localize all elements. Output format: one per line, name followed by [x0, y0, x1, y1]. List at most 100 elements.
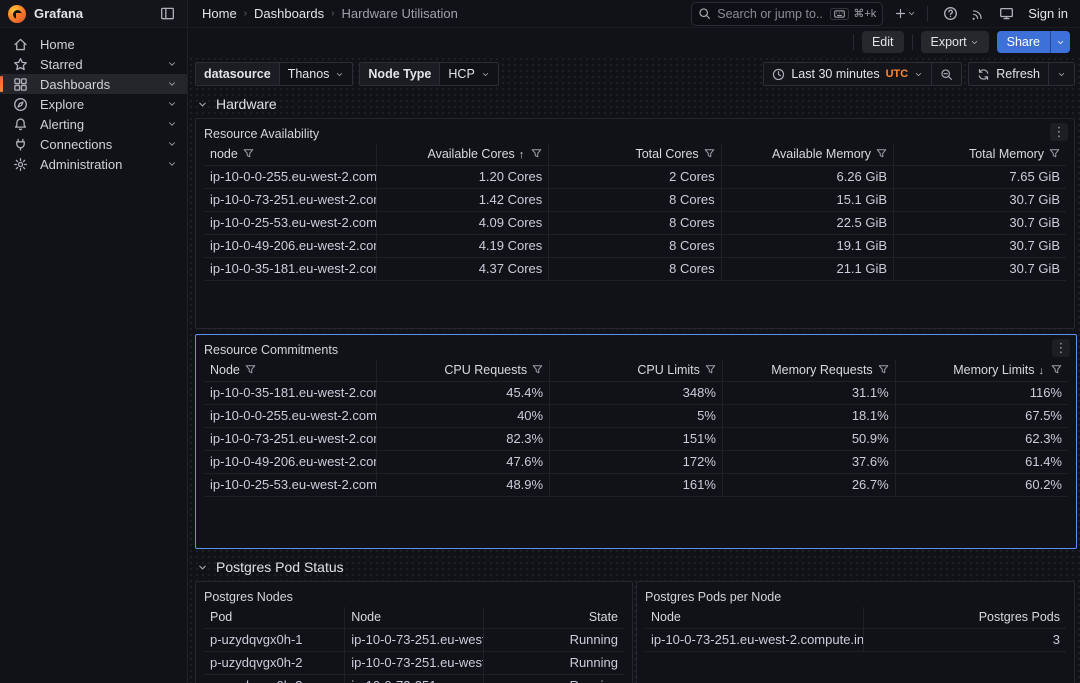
zoom-out-time-button[interactable]	[931, 63, 961, 85]
filter-icon[interactable]	[243, 148, 254, 159]
table-cell: 161%	[550, 473, 723, 496]
table-cell: 5%	[550, 404, 723, 427]
table-cell: 2 Cores	[549, 165, 721, 188]
section-postgres-pod-status[interactable]: Postgres Pod Status	[197, 559, 1080, 575]
filter-icon[interactable]	[876, 148, 887, 159]
filter-icon[interactable]	[1049, 148, 1060, 159]
bell-icon	[13, 117, 28, 132]
filter-icon[interactable]	[531, 148, 542, 159]
panel-title[interactable]: Postgres Nodes	[204, 586, 624, 607]
sidebar-item-home[interactable]: Home	[0, 34, 187, 54]
time-range-picker[interactable]: Last 30 minutes UTC	[764, 63, 931, 85]
chevron-down-icon	[167, 59, 177, 69]
share-button-label[interactable]: Share	[997, 31, 1050, 53]
chevron-down-icon	[335, 70, 344, 79]
datasource-select[interactable]: Thanos	[280, 63, 353, 85]
time-controls: Last 30 minutes UTC Refresh	[763, 62, 1075, 86]
clock-icon	[772, 68, 785, 81]
chevron-down-icon	[481, 70, 490, 79]
news-button[interactable]	[966, 2, 990, 26]
filter-icon[interactable]	[878, 364, 889, 375]
chevron-down-icon	[167, 119, 177, 129]
table-cell: Running	[483, 651, 624, 674]
refresh-interval-dropdown[interactable]	[1048, 63, 1074, 85]
resource-commitments-table: NodeCPU RequestsCPU LimitsMemory Request…	[204, 360, 1068, 497]
sidebar-item-dashboards[interactable]: Dashboards	[0, 74, 187, 94]
chevron-down-icon	[914, 70, 923, 79]
panel-title[interactable]: Postgres Pods per Node	[645, 586, 1066, 607]
column-header[interactable]: Total Cores	[549, 144, 721, 165]
table-cell: p-uzydqvgx0h-3	[204, 674, 345, 683]
filter-icon[interactable]	[704, 148, 715, 159]
table-row: ip-10-0-35-181.eu-west-2.compute.interna…	[204, 257, 1066, 280]
column-header[interactable]: Node	[645, 607, 864, 628]
panel-resource-commitments: Resource Commitments ⋮ NodeCPU RequestsC…	[195, 334, 1077, 549]
panel-title[interactable]: Resource Commitments	[204, 339, 1068, 360]
sidebar-item-starred[interactable]: Starred	[0, 54, 187, 74]
panel-menu-icon[interactable]: ⋮	[1052, 339, 1070, 357]
column-header[interactable]: Postgres Pods	[864, 607, 1066, 628]
breadcrumb-dashboards[interactable]: Dashboards	[254, 6, 324, 21]
table-cell: ip-10-0-0-255.eu-west-2.compute.internal	[204, 165, 376, 188]
column-header[interactable]: Memory Requests	[722, 360, 895, 381]
table-row: ip-10-0-35-181.eu-west-2.compute.interna…	[204, 381, 1068, 404]
table-cell: 8 Cores	[549, 211, 721, 234]
table-cell: ip-10-0-73-251.eu-west-2.compute.interna…	[345, 674, 484, 683]
sidebar-item-alerting[interactable]: Alerting	[0, 114, 187, 134]
refresh-button[interactable]: Refresh	[969, 63, 1048, 85]
table-cell: 6.26 GiB	[721, 165, 893, 188]
dashboard-actions-toolbar: Edit Export Share	[188, 28, 1080, 56]
display-button[interactable]	[994, 2, 1018, 26]
grafana-logo[interactable]	[8, 5, 26, 23]
compass-icon	[13, 97, 28, 112]
table-cell: ip-10-0-73-251.eu-west-2.compute.interna…	[345, 651, 484, 674]
table-cell: 7.65 GiB	[894, 165, 1066, 188]
column-header[interactable]: Node	[345, 607, 484, 628]
variable-label: Node Type	[360, 63, 440, 85]
table-cell: 61.4%	[895, 450, 1068, 473]
add-new-button[interactable]	[893, 2, 917, 26]
star-icon	[13, 57, 28, 72]
filter-icon[interactable]	[532, 364, 543, 375]
filter-icon[interactable]	[245, 364, 256, 375]
sidebar-item-connections[interactable]: Connections	[0, 134, 187, 154]
sidebar-item-explore[interactable]: Explore	[0, 94, 187, 114]
monitor-icon	[999, 6, 1014, 21]
share-button[interactable]: Share	[997, 31, 1070, 53]
column-header[interactable]: CPU Limits	[550, 360, 723, 381]
dock-sidebar-icon	[160, 6, 175, 21]
column-header[interactable]: State	[483, 607, 624, 628]
column-header[interactable]: Available Memory	[721, 144, 893, 165]
edit-button[interactable]: Edit	[862, 31, 904, 53]
node-type-select[interactable]: HCP	[440, 63, 497, 85]
table-cell: 8 Cores	[549, 188, 721, 211]
column-header[interactable]: CPU Requests	[377, 360, 550, 381]
share-dropdown-button[interactable]	[1050, 31, 1070, 53]
column-header[interactable]: Total Memory	[894, 144, 1066, 165]
export-button[interactable]: Export	[921, 31, 989, 53]
column-header[interactable]: node	[204, 144, 376, 165]
table-row: ip-10-0-49-206.eu-west-2.compute.interna…	[204, 450, 1068, 473]
column-header[interactable]: Available Cores↑	[376, 144, 548, 165]
column-header[interactable]: Memory Limits↓	[895, 360, 1068, 381]
filter-icon[interactable]	[705, 364, 716, 375]
sign-in-button[interactable]: Sign in	[1028, 6, 1068, 21]
dock-sidebar-toggle[interactable]	[155, 2, 179, 26]
breadcrumb-home[interactable]: Home	[202, 6, 237, 21]
sidebar-item-administration[interactable]: Administration	[0, 154, 187, 174]
panel-title[interactable]: Resource Availability	[204, 123, 1066, 144]
table-row: p-uzydqvgx0h-3ip-10-0-73-251.eu-west-2.c…	[204, 674, 624, 683]
table-cell: p-uzydqvgx0h-1	[204, 628, 345, 651]
panel-menu-icon[interactable]: ⋮	[1050, 123, 1068, 141]
search-input[interactable]: Search or jump to... ⌘+k	[691, 2, 883, 26]
section-hardware[interactable]: Hardware	[197, 96, 1080, 112]
table-cell: 30.7 GiB	[894, 211, 1066, 234]
filter-icon[interactable]	[1051, 364, 1062, 375]
refresh-icon	[977, 68, 990, 81]
column-header[interactable]: Node	[204, 360, 377, 381]
table-cell: ip-10-0-73-251.eu-west-2.compute.interna…	[204, 427, 377, 450]
column-header[interactable]: Pod	[204, 607, 345, 628]
plug-icon	[13, 137, 28, 152]
help-button[interactable]	[938, 2, 962, 26]
table-cell: ip-10-0-25-53.eu-west-2.compute.internal	[204, 211, 376, 234]
